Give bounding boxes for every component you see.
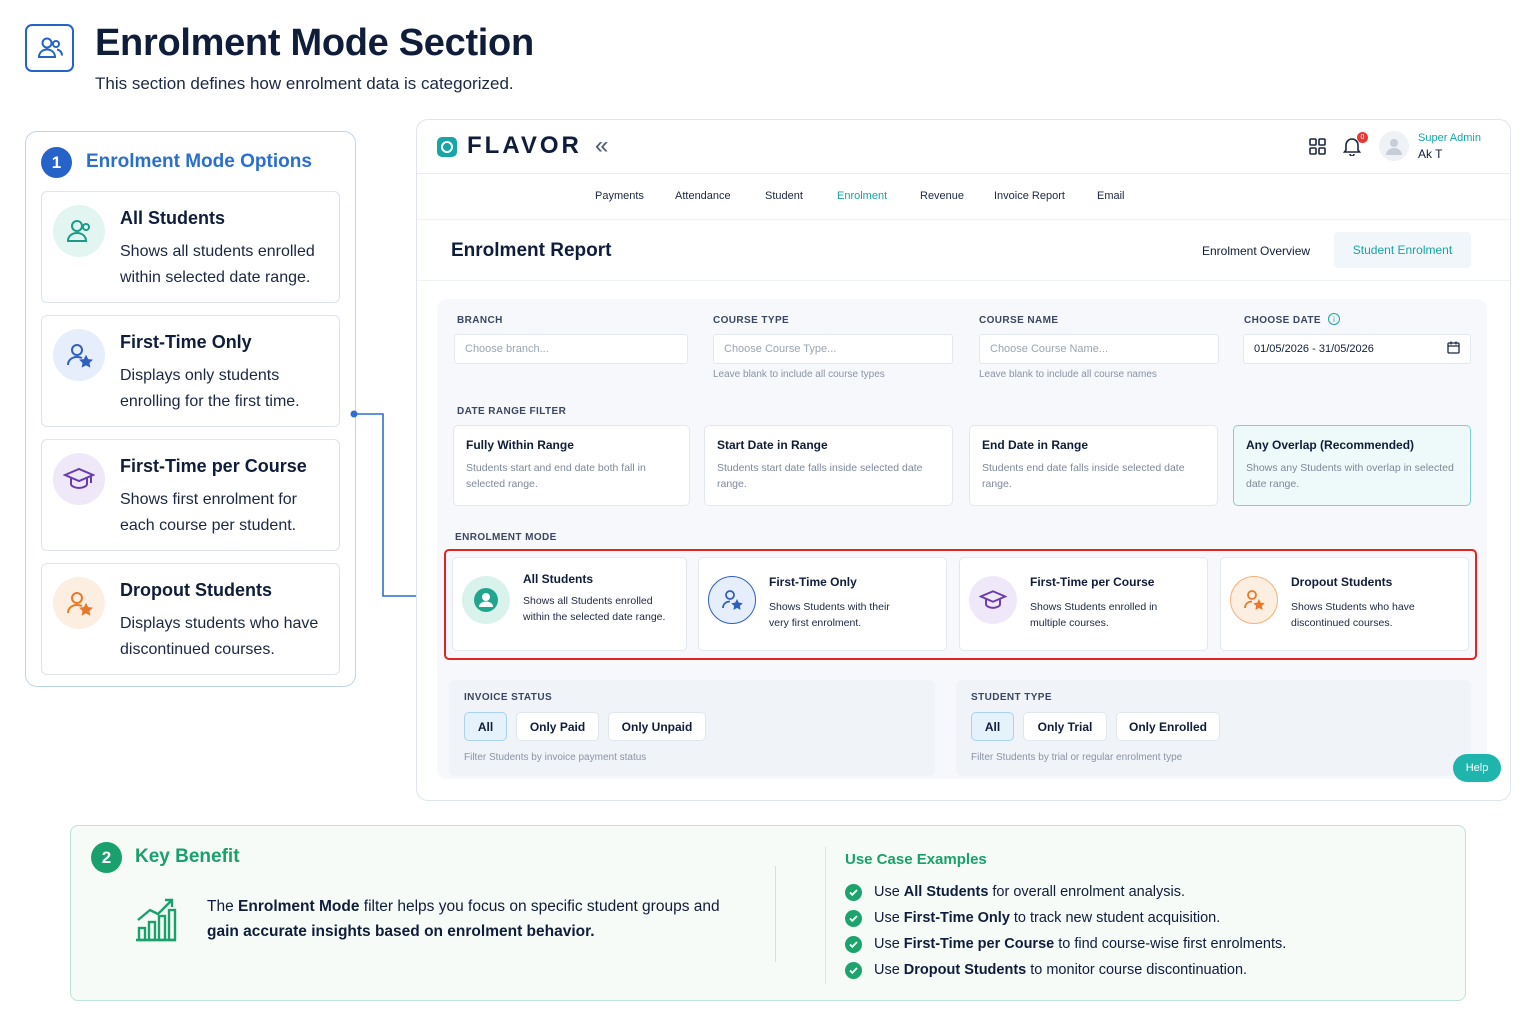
invoice-filter-all[interactable]: All xyxy=(464,712,507,741)
range-option-title: Any Overlap (Recommended) xyxy=(1246,438,1415,452)
course-type-label: COURSE TYPE xyxy=(713,315,790,326)
mode-option-title: Dropout Students xyxy=(1291,575,1393,589)
nav-item-revenue[interactable]: Revenue xyxy=(920,190,964,202)
range-option-title: End Date in Range xyxy=(982,438,1089,452)
tab-student-enrolment[interactable]: Student Enrolment xyxy=(1334,232,1471,268)
main-nav: Payments Attendance Student Enrolment Re… xyxy=(417,174,1510,220)
key-benefit-text: The Enrolment Mode filter helps you focu… xyxy=(207,898,720,940)
date-range-value: 01/05/2026 - 31/05/2026 xyxy=(1254,343,1374,355)
range-option-desc: Students start date falls inside selecte… xyxy=(717,462,923,490)
enrolment-mode-label: ENROLMENT MODE xyxy=(455,532,557,543)
mode-option-first-time-only[interactable]: First-Time Only Shows Students with thei… xyxy=(698,557,947,651)
branch-label: BRANCH xyxy=(457,315,503,326)
user-role: Super Admin xyxy=(1418,132,1481,144)
growth-chart-icon xyxy=(134,896,178,947)
use-case-item: Use First-Time per Course to find course-w… xyxy=(845,934,1286,954)
user-star-icon xyxy=(708,576,756,624)
invoice-status-label: INVOICE STATUS xyxy=(464,692,553,703)
user-icon xyxy=(462,576,510,624)
mode-option-title: First-Time per Course xyxy=(1030,575,1155,589)
mode-option-first-time-per-course[interactable]: First-Time per Course Shows Students enr… xyxy=(959,557,1208,651)
student-filter-only-enrolled[interactable]: Only Enrolled xyxy=(1116,712,1220,741)
top-bar: FLAVOR « 0 Super Admin Ak T xyxy=(417,120,1510,174)
use-case-item: Use All Students for overall enrolment ana… xyxy=(845,882,1185,902)
key-benefit-heading: Key Benefit xyxy=(135,846,240,867)
invoice-filter-only-unpaid[interactable]: Only Unpaid xyxy=(608,712,706,741)
course-name-hint: Leave blank to include all course names xyxy=(979,369,1157,380)
mode-option-desc: Shows Students with their very first enr… xyxy=(769,601,890,629)
range-option-fully-within[interactable]: Fully Within Range Students start and en… xyxy=(453,425,690,506)
date-range-picker[interactable]: 01/05/2026 - 31/05/2026 xyxy=(1243,334,1471,364)
use-case-item: Use First-Time Only to track new student a… xyxy=(845,908,1220,928)
mode-option-all-students[interactable]: All Students Shows all Students enrolled… xyxy=(452,557,687,651)
avatar[interactable] xyxy=(1379,131,1409,161)
grid-icon[interactable] xyxy=(1309,138,1326,160)
divider xyxy=(825,846,826,984)
nav-item-invoice-report[interactable]: Invoice Report xyxy=(994,190,1065,202)
help-button[interactable]: Help xyxy=(1453,754,1501,782)
divider xyxy=(417,280,1510,281)
invoice-filter-only-paid[interactable]: Only Paid xyxy=(516,712,599,741)
mode-option-desc: Shows Students who have discontinued cou… xyxy=(1291,601,1415,629)
logo-icon xyxy=(437,137,457,157)
range-option-title: Fully Within Range xyxy=(466,438,574,452)
invoice-status-hint: Filter Students by invoice payment statu… xyxy=(464,752,647,763)
app-window: FLAVOR « 0 Super Admin Ak T Payments Att… xyxy=(416,119,1511,801)
use-case-item: Use Dropout Students to monitor course dis… xyxy=(845,960,1247,980)
choose-date-label: CHOOSE DATE xyxy=(1244,315,1321,326)
calendar-icon[interactable] xyxy=(1447,341,1460,357)
student-filter-all[interactable]: All xyxy=(971,712,1014,741)
check-icon xyxy=(845,909,862,927)
tab-enrolment-overview[interactable]: Enrolment Overview xyxy=(1202,244,1310,258)
nav-item-payments[interactable]: Payments xyxy=(595,190,644,202)
range-option-desc: Shows any Students with overlap in selec… xyxy=(1246,462,1454,490)
connector-line xyxy=(350,410,444,600)
nav-item-email[interactable]: Email xyxy=(1097,190,1125,202)
mode-option-dropout-students[interactable]: Dropout Students Shows Students who have… xyxy=(1220,557,1469,651)
mode-option-desc: Shows all Students enrolled within the s… xyxy=(523,595,666,623)
course-type-select[interactable]: Choose Course Type... xyxy=(713,334,953,364)
graduation-cap-icon xyxy=(969,576,1017,624)
mode-option-desc: Shows Students enrolled in multiple cour… xyxy=(1030,601,1158,629)
user-name: Ak T xyxy=(1418,147,1443,161)
use-case-heading: Use Case Examples xyxy=(845,851,987,868)
divider xyxy=(775,866,776,962)
info-icon[interactable]: i xyxy=(1328,313,1340,325)
nav-item-attendance[interactable]: Attendance xyxy=(675,190,731,202)
user-warning-icon xyxy=(1230,576,1278,624)
check-icon xyxy=(845,883,862,901)
check-icon xyxy=(845,961,862,979)
course-name-select[interactable]: Choose Course Name... xyxy=(979,334,1219,364)
nav-item-enrolment[interactable]: Enrolment xyxy=(837,190,887,202)
mode-option-title: All Students xyxy=(523,572,594,586)
range-option-desc: Students start and end date both fall in… xyxy=(466,462,646,490)
collapse-sidebar-icon[interactable]: « xyxy=(595,132,608,160)
app-logo[interactable]: FLAVOR xyxy=(467,132,582,160)
range-option-end-date[interactable]: End Date in Range Students end date fall… xyxy=(969,425,1218,506)
mode-option-title: First-Time Only xyxy=(769,575,857,589)
range-option-title: Start Date in Range xyxy=(717,438,828,452)
course-name-label: COURSE NAME xyxy=(979,315,1059,326)
student-filter-only-trial[interactable]: Only Trial xyxy=(1023,712,1107,741)
range-option-any-overlap[interactable]: Any Overlap (Recommended) Shows any Stud… xyxy=(1233,425,1471,506)
step-number-badge: 2 xyxy=(91,842,122,873)
report-title: Enrolment Report xyxy=(451,240,612,261)
branch-select[interactable]: Choose branch... xyxy=(454,334,688,364)
student-type-label: STUDENT TYPE xyxy=(971,692,1052,703)
nav-item-student[interactable]: Student xyxy=(765,190,803,202)
date-range-filter-label: DATE RANGE FILTER xyxy=(457,406,567,417)
check-icon xyxy=(845,935,862,953)
student-type-hint: Filter Students by trial or regular enro… xyxy=(971,752,1183,763)
course-type-hint: Leave blank to include all course types xyxy=(713,369,885,380)
range-option-desc: Students end date falls inside selected … xyxy=(982,462,1185,490)
notification-badge: 0 xyxy=(1357,132,1368,143)
range-option-start-date[interactable]: Start Date in Range Students start date … xyxy=(704,425,953,506)
